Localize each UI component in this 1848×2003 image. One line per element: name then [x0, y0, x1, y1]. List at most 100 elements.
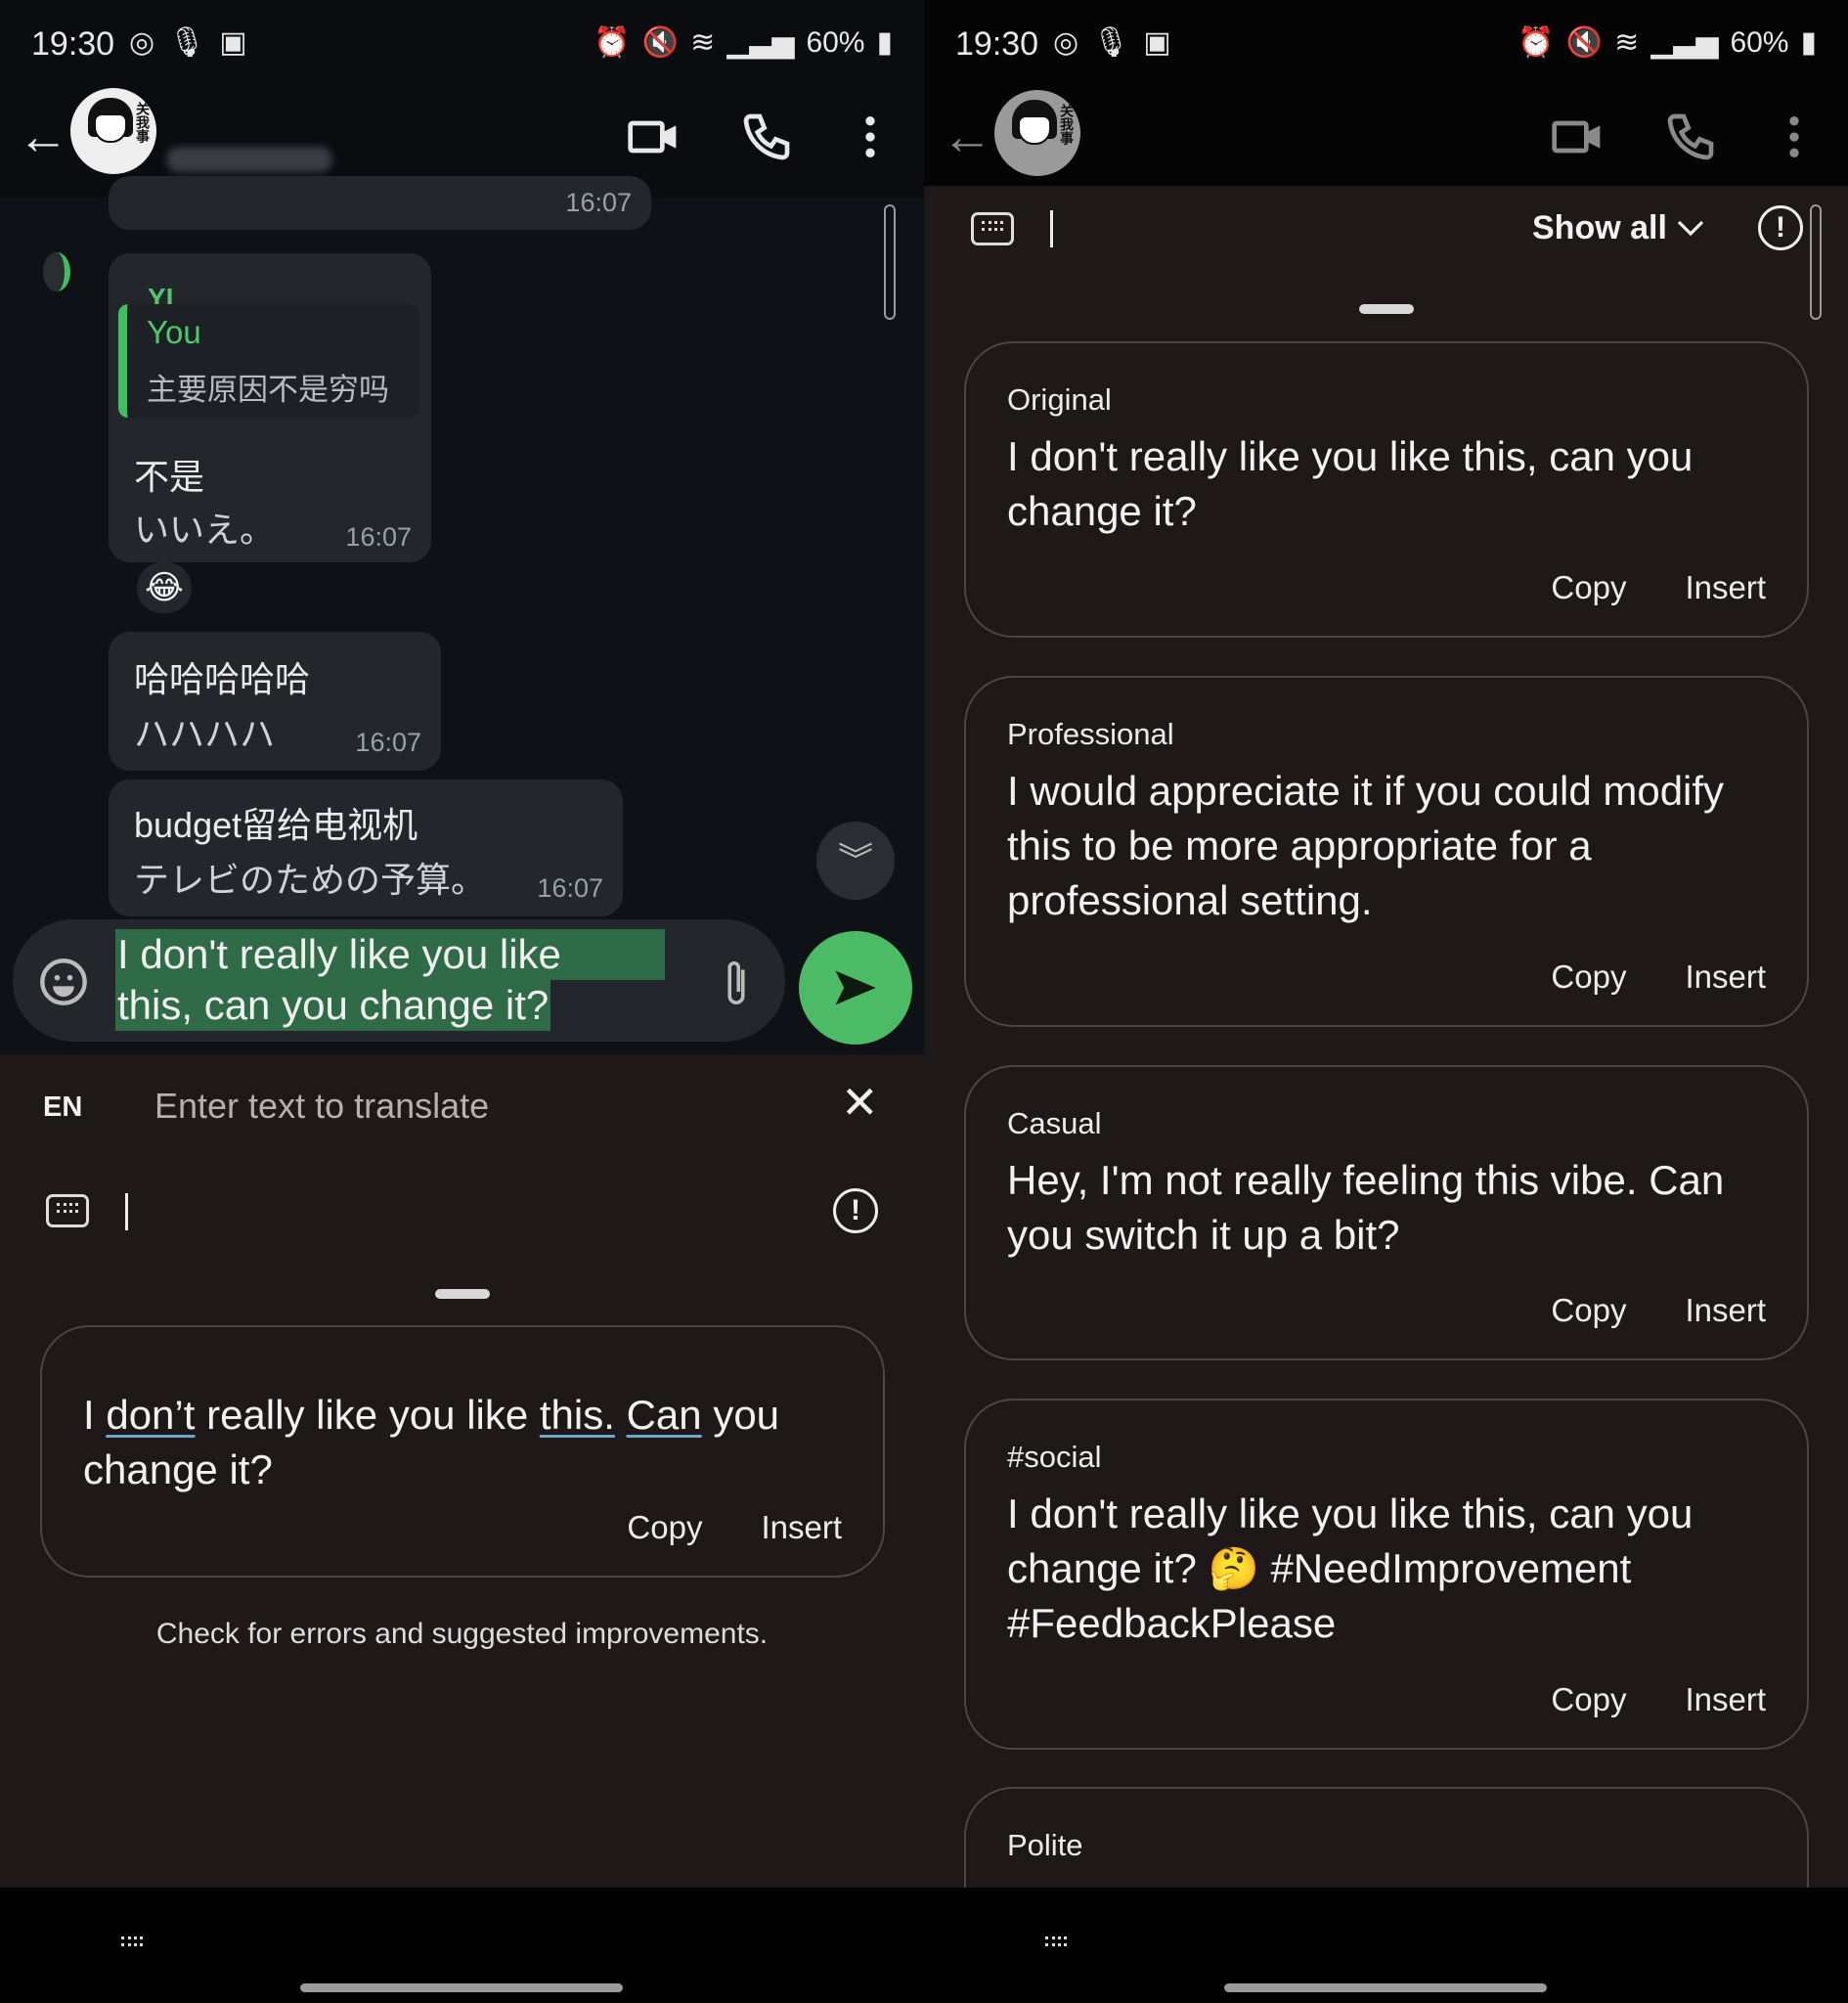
text-cursor	[1050, 210, 1053, 247]
card-text: I don't really like you like this, can y…	[1007, 433, 1694, 534]
wifi-icon: ≋	[1614, 26, 1640, 59]
drag-handle[interactable]	[435, 1289, 490, 1299]
back-arrow-icon[interactable]: ←	[18, 108, 68, 166]
keyboard-icon[interactable]	[971, 212, 1014, 245]
mute-icon: 🔇	[1565, 26, 1604, 59]
keyboard-toggle-icon[interactable]	[1037, 1931, 1080, 1964]
message-time: 16:07	[355, 728, 421, 757]
back-arrow-icon[interactable]: ←	[942, 108, 992, 166]
status-time: 19:30	[955, 25, 1039, 63]
send-button[interactable]	[799, 931, 912, 1045]
suggestion-card: I don’t really like you like this. Can y…	[40, 1325, 885, 1578]
navigation-bar	[0, 1888, 924, 2003]
emoji-icon[interactable]	[38, 957, 89, 1007]
sender-avatar[interactable]	[43, 252, 70, 291]
writing-assist-panel: EN Enter text to translate ✕ ! I don’t r…	[0, 1054, 924, 1888]
insert-button[interactable]: Insert	[1685, 1681, 1766, 1718]
chevron-down-icon[interactable]	[1677, 217, 1704, 239]
flagged-word[interactable]: Can	[627, 1392, 702, 1438]
reaction-badge[interactable]: 😂	[137, 562, 192, 613]
message-bubble[interactable]: budget留给电视机 テレビのための予算。 16:07	[109, 779, 623, 916]
info-icon[interactable]: !	[1758, 205, 1803, 250]
message-time: 16:07	[345, 522, 412, 552]
contact-avatar[interactable]: 关我事	[70, 88, 156, 174]
flagged-word[interactable]: this.	[540, 1392, 615, 1438]
scrollbar[interactable]	[1810, 204, 1822, 320]
card-label: #social	[1007, 1440, 1102, 1474]
more-options-icon[interactable]	[1767, 110, 1822, 164]
scrollbar[interactable]	[884, 204, 896, 320]
home-indicator[interactable]	[1224, 1983, 1547, 1992]
contact-avatar[interactable]: 关我事	[994, 90, 1080, 176]
message-text: budget留给电视机	[134, 805, 418, 845]
send-icon	[835, 970, 876, 1005]
selected-input-text-line2[interactable]: this, can you change it?	[115, 980, 551, 1031]
battery-percent: 60%	[1730, 25, 1789, 59]
phone-call-icon[interactable]	[1663, 110, 1718, 164]
navigation-bar	[924, 1888, 1848, 2003]
translate-input[interactable]: Enter text to translate	[154, 1086, 489, 1127]
message-bubble[interactable]: 哈哈哈哈哈 ハハハハ 16:07	[109, 632, 441, 771]
copy-button[interactable]: Copy	[1551, 1681, 1626, 1718]
close-icon[interactable]: ✕	[841, 1076, 879, 1129]
insert-button[interactable]: Insert	[1685, 569, 1766, 606]
info-icon[interactable]: !	[833, 1188, 878, 1233]
image-icon: ▣	[219, 26, 247, 59]
quoted-message[interactable]: You 主要原因不是穷吗	[118, 304, 419, 418]
signal-icon: ▁▃▅	[726, 26, 795, 59]
instagram-icon: ◎	[1053, 26, 1079, 59]
wifi-icon: ≋	[690, 26, 716, 59]
alarm-icon: ⏰	[594, 26, 631, 59]
selected-input-text-line1[interactable]: I don't really like you like	[115, 929, 665, 980]
card-label: Original	[1007, 382, 1112, 417]
message-bubble[interactable]: YI You 主要原因不是穷吗 不是 いいえ。 16:07	[109, 253, 431, 562]
left-screen: 19:30 ◎ 🎙 ▣ ⏰ 🔇 ≋ ▁▃▅ 60% ▮ ← 关我事 16:07 YI You …	[0, 0, 924, 2003]
card-text: I would appreciate it if you could modif…	[1007, 768, 1725, 923]
insert-button[interactable]: Insert	[1685, 958, 1766, 996]
status-notification-icons: ◎ 🎙 ▣	[129, 25, 247, 60]
language-label[interactable]: EN	[43, 1091, 82, 1124]
video-call-icon[interactable]	[626, 110, 681, 164]
insert-button[interactable]: Insert	[1685, 1292, 1766, 1329]
flagged-word[interactable]: don’t	[106, 1392, 195, 1438]
quote-text: 主要原因不是穷吗	[147, 373, 389, 407]
copy-button[interactable]: Copy	[1551, 569, 1626, 606]
copy-button[interactable]: Copy	[1551, 958, 1626, 996]
show-all-dropdown[interactable]: Show all	[1532, 209, 1667, 247]
status-bar: 19:30 ◎ 🎙 ▣ ⏰ 🔇 ≋ ▁▃▅ 60% ▮	[924, 0, 1848, 88]
mic-icon: 🎙	[168, 26, 206, 59]
instagram-icon: ◎	[129, 26, 155, 59]
card-label: Polite	[1007, 1828, 1083, 1862]
copy-button[interactable]: Copy	[627, 1509, 702, 1546]
message-translation: ハハハハ	[134, 714, 276, 754]
more-options-icon[interactable]	[843, 110, 898, 164]
message-bubble-partial[interactable]: 16:07	[109, 176, 651, 230]
home-indicator[interactable]	[300, 1983, 623, 1992]
scroll-to-bottom-button[interactable]: ︾	[816, 822, 895, 900]
keyboard-toggle-icon[interactable]	[113, 1931, 156, 1964]
rewrite-card-social: #social I don't really like you like thi…	[964, 1399, 1809, 1750]
rewrite-card-professional: Professional I would appreciate it if yo…	[964, 676, 1809, 1027]
video-call-icon[interactable]	[1550, 110, 1605, 164]
mute-icon: 🔇	[641, 26, 680, 59]
chat-header: ← 关我事	[924, 88, 1848, 186]
suggestion-text: I don’t really like you like this. Can y…	[83, 1388, 842, 1497]
phone-call-icon[interactable]	[739, 110, 794, 164]
status-bar: 19:30 ◎ 🎙 ▣ ⏰ 🔇 ≋ ▁▃▅ 60% ▮	[0, 0, 924, 88]
image-icon: ▣	[1143, 26, 1171, 59]
message-input[interactable]: I don't really like you like this, can y…	[13, 919, 785, 1042]
keyboard-icon[interactable]	[46, 1194, 89, 1227]
rewrite-card-original: Original I don't really like you like th…	[964, 341, 1809, 638]
rewrite-card-casual: Casual Hey, I'm not really feeling this …	[964, 1065, 1809, 1360]
status-notification-icons: ◎ 🎙 ▣	[1053, 25, 1171, 60]
contact-name-redacted[interactable]	[166, 147, 332, 172]
alarm-icon: ⏰	[1518, 26, 1555, 59]
attachment-icon[interactable]	[719, 957, 754, 1009]
message-time: 16:07	[565, 188, 632, 217]
card-label: Casual	[1007, 1106, 1102, 1140]
copy-button[interactable]: Copy	[1551, 1292, 1626, 1329]
suggestion-text-segment	[615, 1392, 627, 1438]
drag-handle[interactable]	[1359, 304, 1414, 314]
card-label: Professional	[1007, 717, 1174, 751]
insert-button[interactable]: Insert	[761, 1509, 842, 1546]
